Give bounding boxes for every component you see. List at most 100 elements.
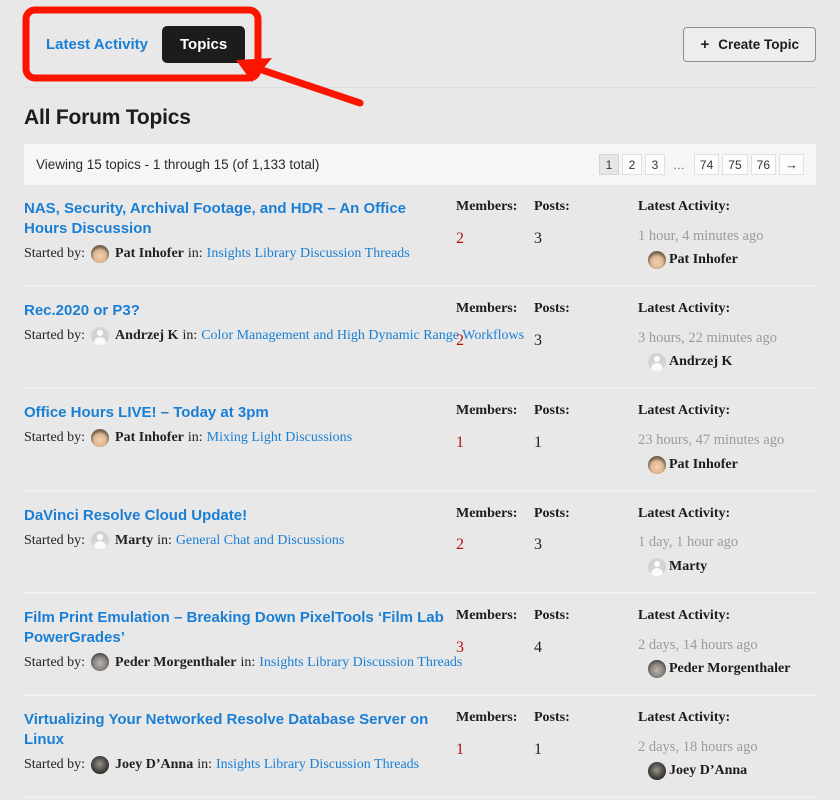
- author-name[interactable]: Peder Morgenthaler: [115, 654, 236, 672]
- members-count: 2: [456, 536, 464, 554]
- page-link-76[interactable]: 76: [750, 154, 776, 175]
- tab-topics[interactable]: Topics: [161, 25, 246, 63]
- latest-activity-cell: Latest Activity: 1 day, 1 hour ago Marty: [638, 506, 816, 576]
- members-label: Members:: [456, 301, 518, 317]
- latest-activity-username[interactable]: Pat Inhofer: [669, 252, 738, 268]
- posts-label: Posts:: [534, 403, 570, 419]
- latest-activity-username[interactable]: Peder Morgenthaler: [669, 661, 790, 677]
- posts-label: Posts:: [534, 505, 570, 521]
- in-label: in:: [187, 245, 203, 261]
- topic-title-link[interactable]: Virtualizing Your Networked Resolve Data…: [24, 710, 450, 750]
- in-label: in:: [197, 756, 212, 772]
- latest-activity-user: Joey D’Anna: [638, 762, 816, 781]
- pagination[interactable]: 1 2 3 … 74 75 76 →: [598, 154, 804, 175]
- posts-cell: Posts: 1: [534, 710, 638, 759]
- topic-list: NAS, Security, Archival Footage, and HDR…: [0, 185, 840, 799]
- topic-title-link[interactable]: NAS, Security, Archival Footage, and HDR…: [24, 199, 450, 239]
- topic-row: NAS, Security, Archival Footage, and HDR…: [24, 185, 816, 288]
- latest-activity-label: Latest Activity:: [638, 607, 731, 623]
- page-link-74[interactable]: 74: [693, 154, 720, 175]
- latest-activity-user: Marty: [638, 557, 816, 576]
- latest-activity-user: Pat Inhofer: [638, 455, 816, 474]
- topic-title-cell: Office Hours LIVE! – Today at 3pm Started…: [24, 403, 456, 448]
- latest-activity-username[interactable]: Andrzej K: [669, 354, 732, 370]
- latest-activity-label: Latest Activity:: [638, 199, 731, 214]
- author-avatar: [91, 429, 110, 448]
- author-avatar: [91, 755, 110, 774]
- latest-activity-time: 23 hours, 47 minutes ago: [638, 432, 785, 449]
- author-name[interactable]: Pat Inhofer: [115, 429, 184, 447]
- latest-activity-label: Latest Activity:: [638, 505, 731, 521]
- viewing-bar: Viewing 15 topics - 1 through 15 (of 1,1…: [24, 144, 816, 185]
- topic-title-link[interactable]: Office Hours LIVE! – Today at 3pm: [24, 403, 450, 423]
- members-cell: Members: 2: [456, 506, 534, 555]
- latest-activity-label: Latest Activity:: [638, 301, 731, 317]
- page-link-next[interactable]: →: [779, 154, 804, 175]
- members-cell: Members: 1: [456, 403, 534, 452]
- posts-cell: Posts: 3: [534, 506, 638, 555]
- members-cell: Members: 1: [456, 710, 534, 759]
- posts-count: 3: [534, 331, 542, 349]
- latest-activity-username[interactable]: Joey D’Anna: [669, 763, 747, 779]
- latest-activity-username[interactable]: Pat Inhofer: [669, 457, 738, 473]
- started-by-label: Started by:: [24, 654, 86, 670]
- started-by-label: Started by:: [24, 245, 86, 261]
- started-by-label: Started by:: [24, 328, 86, 344]
- posts-cell: Posts: 3: [534, 301, 638, 350]
- page-link-2[interactable]: 2: [621, 154, 642, 175]
- topic-started-by: Started by: Joey D’Anna in: Insights Librar…: [24, 755, 450, 774]
- author-name[interactable]: Pat Inhofer: [115, 245, 184, 263]
- forum-link[interactable]: Insights Library Discussion Threads: [207, 245, 410, 263]
- create-topic-button[interactable]: + Create Topic: [683, 26, 816, 62]
- latest-activity-cell: Latest Activity: 2 days, 18 hours ago Joey…: [638, 709, 816, 781]
- members-label: Members:: [456, 709, 518, 725]
- latest-activity-time: 3 hours, 22 minutes ago: [638, 329, 777, 346]
- author-name[interactable]: Marty: [115, 532, 153, 550]
- tab-latest-activity[interactable]: Latest Activity: [40, 28, 154, 61]
- forum-link[interactable]: General Chat and Discussions: [176, 532, 344, 550]
- members-count: 2: [456, 229, 464, 247]
- latest-activity-label: Latest Activity:: [638, 403, 731, 419]
- members-cell: Members: 2: [456, 199, 534, 248]
- latest-activity-cell: Latest Activity: 3 hours, 22 minutes ago A…: [638, 301, 816, 372]
- latest-activity-user: Andrzej K: [638, 353, 816, 372]
- page-link-3[interactable]: 3: [644, 154, 665, 175]
- latest-activity-username[interactable]: Marty: [669, 559, 707, 575]
- topic-row: Film Print Emulation – Breaking Down Pix…: [24, 594, 816, 696]
- latest-activity-avatar: [648, 455, 666, 474]
- members-label: Members:: [456, 199, 518, 214]
- topic-started-by: Started by: Pat Inhofer in: Insights Librar…: [24, 244, 450, 263]
- latest-activity-avatar: [648, 353, 666, 372]
- latest-activity-avatar: [648, 251, 666, 270]
- author-avatar: [91, 653, 110, 672]
- members-count: 2: [456, 331, 464, 349]
- forum-link[interactable]: Mixing Light Discussions: [207, 429, 352, 447]
- members-cell: Members: 3: [456, 608, 534, 657]
- topic-title-cell: Rec.2020 or P3? Started by: Andrzej Kin: Co…: [24, 301, 524, 345]
- latest-activity-label: Latest Activity:: [638, 709, 731, 725]
- forum-link[interactable]: Insights Library Discussion Threads: [259, 654, 462, 672]
- in-label: in:: [157, 532, 172, 548]
- page-link-75[interactable]: 75: [722, 154, 748, 175]
- members-cell: Members: 2: [456, 301, 534, 350]
- topic-title-link[interactable]: DaVinci Resolve Cloud Update!: [24, 506, 450, 526]
- topic-title-link[interactable]: Rec.2020 or P3?: [24, 301, 450, 321]
- topic-started-by: Started by: Peder Morgenthaler in: Insights…: [24, 653, 462, 672]
- latest-activity-time: 2 days, 18 hours ago: [638, 738, 758, 755]
- page-link-ellipsis: …: [672, 157, 686, 172]
- page-link-1[interactable]: 1: [598, 154, 619, 175]
- view-tabs: Latest Activity Topics: [24, 25, 246, 63]
- create-topic-label: Create Topic: [718, 36, 799, 52]
- latest-activity-avatar: [648, 557, 666, 576]
- topic-title-cell: Virtualizing Your Networked Resolve Data…: [24, 710, 456, 774]
- author-name[interactable]: Joey D’Anna: [115, 756, 193, 774]
- topic-started-by: Started by: Marty in: General Chat and Disc…: [24, 531, 450, 550]
- plus-icon: +: [700, 35, 710, 53]
- posts-cell: Posts: 1: [534, 403, 638, 452]
- topic-row: Virtualizing Your Networked Resolve Data…: [24, 696, 816, 799]
- topic-title-link[interactable]: Film Print Emulation – Breaking Down Pix…: [24, 608, 450, 648]
- author-avatar: [91, 326, 110, 345]
- forum-link[interactable]: Insights Library Discussion Threads: [216, 756, 419, 774]
- posts-count: 3: [534, 536, 542, 554]
- author-name[interactable]: Andrzej K: [115, 327, 178, 345]
